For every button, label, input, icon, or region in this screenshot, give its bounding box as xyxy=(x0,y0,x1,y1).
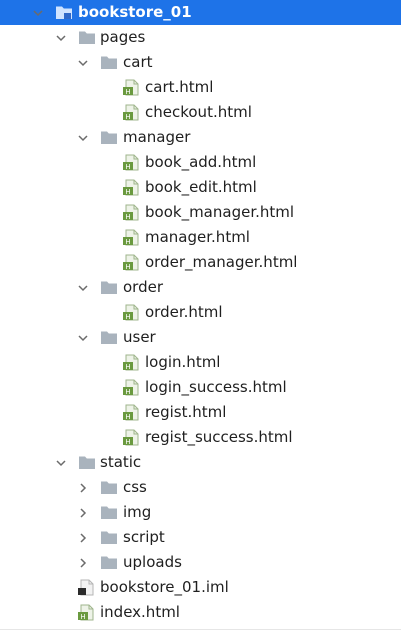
tree-item-file[interactable]: book_manager.html xyxy=(0,200,401,225)
tree-item-label: uploads xyxy=(123,553,182,571)
html-file-icon xyxy=(122,429,140,446)
chevron-right-icon[interactable] xyxy=(77,557,89,569)
html-file-icon xyxy=(122,304,140,321)
folder-icon xyxy=(100,329,118,346)
chevron-down-icon[interactable] xyxy=(77,132,89,144)
folder-icon xyxy=(78,29,96,46)
tree-item-img[interactable]: img xyxy=(0,500,401,525)
tree-item-label: book_add.html xyxy=(145,153,257,171)
tree-item-label: img xyxy=(123,503,152,521)
chevron-down-icon[interactable] xyxy=(77,57,89,69)
tree-item-label: order xyxy=(123,278,163,296)
tree-item-file[interactable]: regist.html xyxy=(0,400,401,425)
tree-item-label: order_manager.html xyxy=(145,253,298,271)
folder-icon xyxy=(100,279,118,296)
tree-item-file[interactable]: index.html xyxy=(0,600,401,625)
tree-item-pages[interactable]: pages xyxy=(0,25,401,50)
tree-item-label: bookstore_01.iml xyxy=(100,578,229,596)
tree-item-label: book_manager.html xyxy=(145,203,295,221)
chevron-down-icon[interactable] xyxy=(55,457,67,469)
tree-item-label: static xyxy=(100,453,142,471)
tree-item-label: index.html xyxy=(100,603,180,621)
tree-item-bookstore-01[interactable]: bookstore_01 xyxy=(0,0,401,25)
tree-item-uploads[interactable]: uploads xyxy=(0,550,401,575)
tree-item-label: regist.html xyxy=(145,403,227,421)
html-file-icon xyxy=(122,379,140,396)
html-file-icon xyxy=(122,404,140,421)
tree-item-label: manager xyxy=(123,128,191,146)
tree-item-static[interactable]: static xyxy=(0,450,401,475)
iml-file-icon xyxy=(77,579,95,596)
tree-item-script[interactable]: script xyxy=(0,525,401,550)
tree-item-file[interactable]: book_add.html xyxy=(0,150,401,175)
tree-item-file[interactable]: cart.html xyxy=(0,75,401,100)
tree-item-label: login_success.html xyxy=(145,378,287,396)
folder-icon xyxy=(100,554,118,571)
tree-item-file[interactable]: order.html xyxy=(0,300,401,325)
chevron-down-icon[interactable] xyxy=(77,332,89,344)
tree-item-file[interactable]: login.html xyxy=(0,350,401,375)
tree-item-label: manager.html xyxy=(145,228,250,246)
tree-item-label: bookstore_01 xyxy=(78,3,192,21)
module-folder-icon xyxy=(55,4,73,21)
html-file-icon xyxy=(122,204,140,221)
tree-item-manager[interactable]: manager xyxy=(0,125,401,150)
folder-icon xyxy=(100,129,118,146)
tree-item-file[interactable]: book_edit.html xyxy=(0,175,401,200)
tree-item-label: user xyxy=(123,328,156,346)
html-file-icon xyxy=(122,179,140,196)
tree-item-user[interactable]: user xyxy=(0,325,401,350)
html-file-icon xyxy=(77,604,95,621)
tree-item-label: cart xyxy=(123,53,153,71)
folder-icon xyxy=(100,529,118,546)
tree-item-file[interactable]: bookstore_01.iml xyxy=(0,575,401,600)
tree-item-order[interactable]: order xyxy=(0,275,401,300)
tree-item-file[interactable]: login_success.html xyxy=(0,375,401,400)
folder-icon xyxy=(78,454,96,471)
tree-item-label: cart.html xyxy=(145,78,214,96)
tree-item-label: pages xyxy=(100,28,146,46)
tree-item-label: book_edit.html xyxy=(145,178,257,196)
tree-item-label: order.html xyxy=(145,303,223,321)
chevron-right-icon[interactable] xyxy=(77,482,89,494)
tree-item-file[interactable]: regist_success.html xyxy=(0,425,401,450)
html-file-icon xyxy=(122,104,140,121)
chevron-down-icon[interactable] xyxy=(77,282,89,294)
tree-item-file[interactable]: manager.html xyxy=(0,225,401,250)
tree-item-label: script xyxy=(123,528,165,546)
tree-item-file[interactable]: checkout.html xyxy=(0,100,401,125)
tree-item-label: checkout.html xyxy=(145,103,252,121)
tree-item-cart[interactable]: cart xyxy=(0,50,401,75)
chevron-down-icon[interactable] xyxy=(32,7,44,19)
html-file-icon xyxy=(122,354,140,371)
tree-item-label: css xyxy=(123,478,147,496)
folder-icon xyxy=(100,54,118,71)
chevron-down-icon[interactable] xyxy=(55,32,67,44)
folder-icon xyxy=(100,504,118,521)
html-file-icon xyxy=(122,254,140,271)
chevron-right-icon[interactable] xyxy=(77,507,89,519)
folder-icon xyxy=(100,479,118,496)
html-file-icon xyxy=(122,154,140,171)
project-tree: bookstore_01 pages cart cart.html checko… xyxy=(0,0,401,630)
tree-item-css[interactable]: css xyxy=(0,475,401,500)
tree-item-label: login.html xyxy=(145,353,221,371)
tree-item-label: regist_success.html xyxy=(145,428,293,446)
tree-item-file[interactable]: order_manager.html xyxy=(0,250,401,275)
chevron-right-icon[interactable] xyxy=(77,532,89,544)
html-file-icon xyxy=(122,229,140,246)
html-file-icon xyxy=(122,79,140,96)
